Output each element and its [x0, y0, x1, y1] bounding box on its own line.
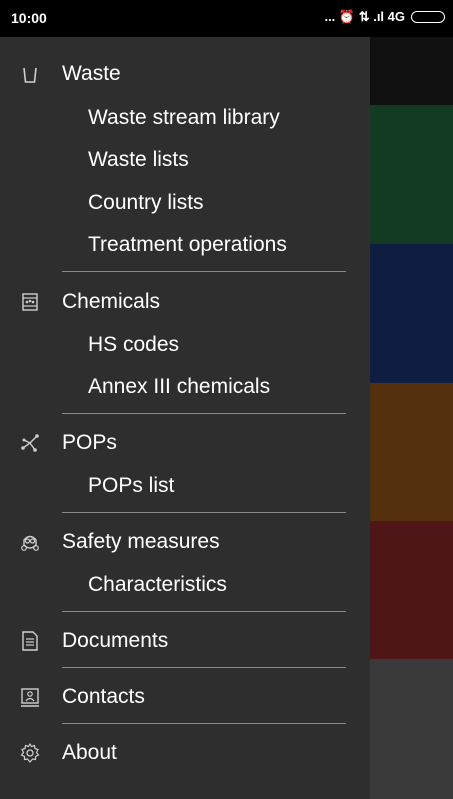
item-label: Country lists — [88, 191, 204, 214]
item-label: POPs list — [88, 474, 175, 497]
drawer-section-documents[interactable]: Documents — [0, 620, 370, 662]
drawer-item-treatment-operations[interactable]: Treatment operations — [0, 224, 370, 266]
drawer-section-contacts[interactable]: Contacts — [0, 676, 370, 718]
drawer-item-annex-iii-chemicals[interactable]: Annex III chemicals — [0, 366, 370, 408]
section-label: About — [62, 741, 117, 764]
status-time: 10:00 — [11, 10, 47, 26]
drawer-item-pops-list[interactable]: POPs list — [0, 465, 370, 507]
tile-black — [370, 37, 453, 105]
contact-card-icon — [18, 685, 42, 709]
item-label: Waste stream library — [88, 106, 280, 129]
section-label: Chemicals — [62, 290, 161, 313]
drawer-section-chemicals[interactable]: Chemicals — [0, 281, 370, 323]
tile-green[interactable] — [370, 105, 453, 244]
gear-icon — [18, 741, 42, 765]
divider — [62, 413, 346, 414]
tile-grey — [370, 659, 453, 799]
drawer-section-pops[interactable]: POPs — [0, 422, 370, 464]
status-indicator-text: ... ⏰ ⇅ .ıl 4G — [324, 9, 405, 24]
section-label: Safety measures — [62, 530, 220, 553]
tile-blue[interactable] — [370, 244, 453, 383]
section-label: Contacts — [62, 685, 145, 708]
divider — [62, 271, 346, 272]
drawer-item-waste-stream-library[interactable]: Waste stream library — [0, 97, 370, 139]
drawer-section-waste[interactable]: Waste — [0, 53, 370, 95]
drawer-section-safety-measures[interactable]: Safety measures — [0, 521, 370, 563]
item-label: Waste lists — [88, 148, 189, 171]
divider — [62, 667, 346, 668]
item-label: Characteristics — [88, 573, 227, 596]
tile-red[interactable] — [370, 521, 453, 659]
divider — [62, 611, 346, 612]
divider — [62, 723, 346, 724]
document-icon — [18, 629, 42, 653]
status-indicators: ... ⏰ ⇅ .ıl 4G — [324, 9, 445, 25]
section-label: POPs — [62, 431, 117, 454]
tile-orange[interactable] — [370, 383, 453, 521]
section-label: Waste — [62, 62, 121, 85]
drawer-item-characteristics[interactable]: Characteristics — [0, 564, 370, 606]
gas-mask-icon — [18, 530, 42, 554]
battery-icon — [411, 11, 445, 23]
item-label: Treatment operations — [88, 233, 287, 256]
chemical-drum-icon — [18, 290, 42, 314]
drawer-section-about[interactable]: About — [0, 732, 370, 774]
drawer-item-country-lists[interactable]: Country lists — [0, 182, 370, 224]
item-label: Annex III chemicals — [88, 375, 271, 398]
status-bar: 10:00 ... ⏰ ⇅ .ıl 4G — [0, 0, 453, 37]
section-label: Documents — [62, 629, 169, 652]
molecule-icon — [18, 431, 42, 455]
item-label: HS codes — [88, 333, 180, 356]
drawer-item-waste-lists[interactable]: Waste lists — [0, 139, 370, 181]
drawer-item-hs-codes[interactable]: HS codes — [0, 324, 370, 366]
navigation-drawer: Waste Waste stream library Waste lists C… — [0, 37, 370, 799]
waste-bin-icon — [18, 62, 42, 86]
divider — [62, 512, 346, 513]
